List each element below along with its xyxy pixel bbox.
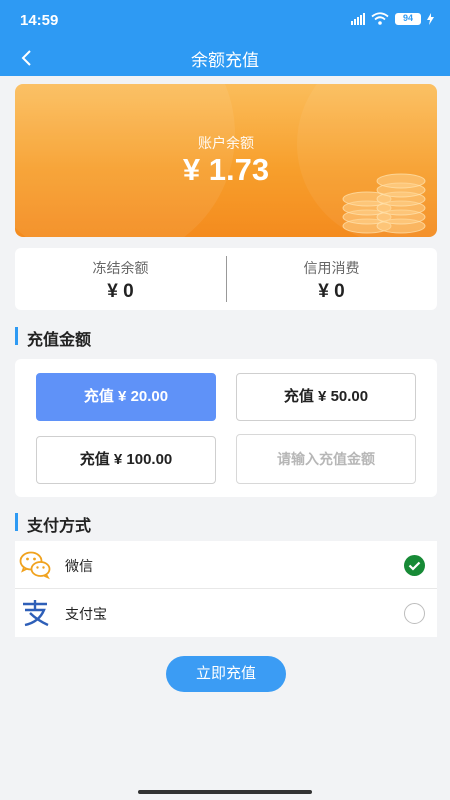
signal-icon	[351, 12, 365, 25]
alipay-label: 支付宝	[65, 606, 107, 622]
credit-consumption: 信用消费 ¥ 0	[226, 248, 437, 310]
amount-option-50[interactable]: 充值 ¥ 50.00	[236, 373, 416, 421]
frozen-balance: 冻结余额 ¥ 0	[15, 248, 226, 310]
wechat-selected-check-icon[interactable]	[404, 555, 425, 576]
custom-amount-input[interactable]	[236, 434, 416, 484]
page-title: 余额充值	[191, 51, 259, 70]
amount-option-20[interactable]: 充值 ¥ 20.00	[36, 373, 216, 421]
frozen-balance-label: 冻结余额	[92, 260, 149, 276]
balance-label: 账户余额	[198, 135, 254, 151]
payment-panel: 微信 支付宝	[15, 541, 437, 637]
status-icons: 94	[351, 12, 434, 25]
credit-consumption-label: 信用消费	[303, 260, 360, 276]
battery-icon: 94	[395, 12, 421, 25]
status-bar: 14:59 94	[0, 0, 450, 40]
frozen-balance-value: ¥ 0	[107, 281, 134, 302]
wechat-label: 微信	[65, 558, 93, 574]
alipay-icon	[23, 600, 49, 627]
amount-panel: 充值 ¥ 20.00 充值 ¥ 50.00 充值 ¥ 100.00	[15, 359, 437, 497]
sub-balance-panel: 冻结余额 ¥ 0 信用消费 ¥ 0	[15, 248, 437, 310]
payment-option-alipay[interactable]: 支付宝	[15, 589, 437, 637]
alipay-radio[interactable]	[404, 603, 425, 624]
coins-icon	[342, 173, 426, 234]
credit-consumption-value: ¥ 0	[318, 281, 345, 302]
payment-option-wechat[interactable]: 微信	[15, 541, 437, 589]
wechat-icon	[19, 551, 51, 580]
wifi-icon	[371, 12, 389, 25]
nav-bar: 余额充值	[0, 40, 450, 76]
payment-section-title: 支付方式	[15, 512, 91, 536]
status-time: 14:59	[20, 12, 59, 29]
charging-icon	[427, 12, 434, 25]
recharge-section-title: 充值金额	[15, 326, 91, 350]
balance-card: 账户余额 ¥ 1.73	[15, 84, 437, 237]
home-indicator[interactable]	[138, 790, 312, 794]
amount-option-100[interactable]: 充值 ¥ 100.00	[36, 436, 216, 484]
recharge-now-button[interactable]: 立即充值	[166, 656, 286, 692]
